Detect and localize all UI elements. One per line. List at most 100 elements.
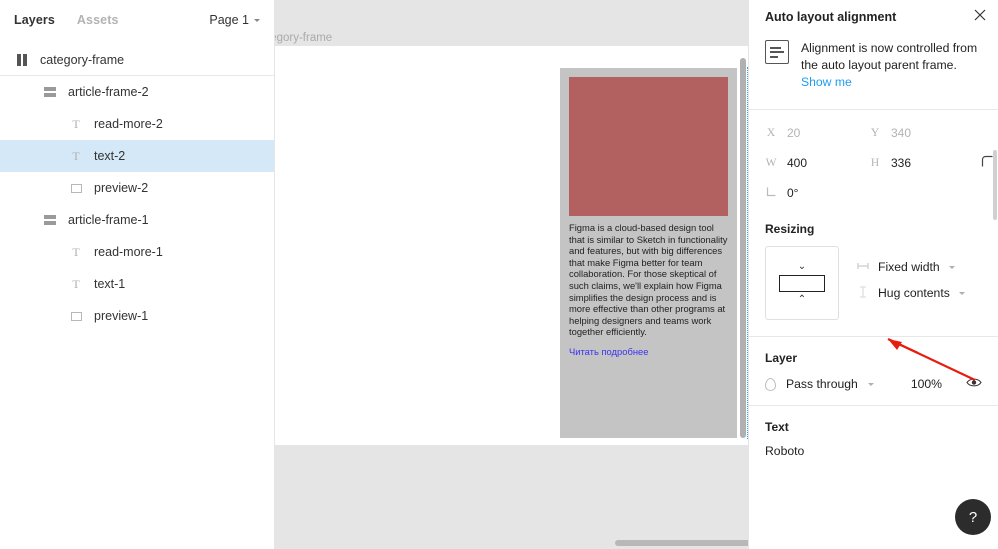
width-field[interactable]: W 400 — [765, 156, 869, 170]
design-canvas[interactable]: tegory-frame Figma is a cloud-based desi… — [275, 0, 748, 549]
auto-layout-notice: Alignment is now controlled from the aut… — [749, 34, 998, 109]
layer-row-text-2[interactable]: T text-2 — [0, 140, 274, 172]
vertical-resizing-label: Hug contents — [878, 286, 950, 300]
figma-app-window: Layers Assets Page 1 category-frame arti… — [0, 0, 998, 549]
layer-tree: category-frame article-frame-2 T read-mo… — [0, 40, 274, 332]
layer-section-title: Layer — [765, 351, 798, 365]
text-layer-icon: T — [72, 277, 80, 291]
w-label: W — [765, 157, 777, 169]
help-button-label: ? — [968, 508, 978, 526]
rotation-row: 0° — [749, 178, 998, 208]
eye-icon[interactable] — [966, 377, 982, 391]
vertical-resize-icon — [857, 285, 869, 301]
page-selector[interactable]: Page 1 — [209, 13, 260, 27]
chevron-down-icon: ⌄ — [797, 260, 807, 272]
properties-panel: Auto layout alignment Alignment is now c… — [748, 0, 998, 549]
properties-panel-header: Auto layout alignment — [749, 0, 998, 34]
layer-row-article-frame-1[interactable]: article-frame-1 — [0, 204, 274, 236]
page-selector-label: Page 1 — [209, 13, 249, 27]
notice-message: Alignment is now controlled from the aut… — [801, 41, 978, 72]
horizontal-resizing-label: Fixed width — [878, 260, 940, 274]
horizontal-resize-icon — [857, 261, 869, 273]
horizontal-resizing-dropdown[interactable]: Fixed width — [857, 254, 965, 280]
text-layer-icon: T — [72, 245, 80, 259]
auto-layout-horizontal-icon — [42, 84, 58, 100]
layer-row-preview-1[interactable]: preview-1 — [0, 300, 274, 332]
text-align-icon — [765, 40, 789, 64]
x-label: X — [766, 127, 776, 139]
h-value[interactable]: 336 — [891, 156, 911, 170]
canvas-article-card-1[interactable]: Figma is a cloud-based design tool that … — [560, 68, 737, 438]
layer-row-article-frame-2[interactable]: article-frame-2 — [0, 76, 274, 108]
layer-label: category-frame — [40, 52, 125, 67]
chevron-down-icon — [958, 291, 965, 295]
resizing-preview-widget[interactable]: ⌄ ⌃ — [765, 246, 839, 320]
layer-row-read-more-1[interactable]: T read-more-1 — [0, 236, 274, 268]
canvas-horizontal-scrollbar[interactable] — [615, 540, 748, 546]
layer-row-read-more-2[interactable]: T read-more-2 — [0, 108, 274, 140]
canvas-card-text-1[interactable]: Figma is a cloud-based design tool that … — [569, 222, 728, 338]
divider — [749, 109, 998, 110]
blend-mode-value[interactable]: Pass through — [786, 377, 858, 391]
height-field[interactable]: H 336 — [869, 156, 973, 170]
layer-label: text-1 — [94, 277, 126, 291]
canvas-preview-1[interactable] — [569, 77, 728, 216]
properties-panel-scrollbar[interactable] — [993, 150, 997, 220]
position-row: X 20 Y 340 — [749, 118, 998, 148]
x-value[interactable]: 20 — [787, 126, 800, 140]
chevron-down-icon — [948, 265, 955, 269]
canvas-read-more-link-1[interactable]: Читать подробнее — [569, 346, 728, 357]
y-field[interactable]: Y 340 — [869, 126, 973, 140]
canvas-category-frame[interactable]: Figma is a cloud-based design tool that … — [275, 46, 748, 445]
layer-row-text-1[interactable]: T text-1 — [0, 268, 274, 300]
layer-row-category-frame[interactable]: category-frame — [0, 44, 274, 76]
rotation-value[interactable]: 0° — [787, 186, 798, 200]
y-value[interactable]: 340 — [891, 126, 911, 140]
x-field[interactable]: X 20 — [765, 126, 869, 140]
layer-label: preview-2 — [94, 181, 149, 195]
layer-label: article-frame-1 — [68, 213, 149, 227]
opacity-value[interactable]: 100% — [911, 377, 942, 391]
text-layer-icon: T — [72, 149, 80, 163]
rotation-field[interactable]: 0° — [765, 186, 869, 200]
resize-inner-rect — [779, 274, 825, 292]
layers-panel: Layers Assets Page 1 category-frame arti… — [0, 0, 275, 549]
panel-title: Auto layout alignment — [765, 10, 897, 24]
vertical-resizing-dropdown[interactable]: Hug contents — [857, 280, 965, 306]
layer-label: article-frame-2 — [68, 85, 149, 99]
resizing-section-title: Resizing — [765, 222, 815, 236]
layer-label: text-2 — [94, 149, 126, 163]
close-icon[interactable] — [972, 8, 988, 24]
layer-row-preview-2[interactable]: preview-2 — [0, 172, 274, 204]
help-icon[interactable]: ? — [955, 499, 991, 535]
tab-assets[interactable]: Assets — [77, 13, 119, 27]
rotation-icon — [765, 186, 777, 200]
layer-label: read-more-1 — [94, 245, 163, 259]
text-section-title: Text — [765, 420, 789, 434]
w-value[interactable]: 400 — [787, 156, 807, 170]
blend-mode-icon — [765, 377, 776, 391]
layer-label: preview-1 — [94, 309, 149, 323]
chevron-down-icon — [867, 382, 874, 386]
y-label: Y — [870, 127, 880, 139]
notice-text: Alignment is now controlled from the aut… — [801, 40, 982, 91]
show-me-link[interactable]: Show me — [801, 75, 852, 89]
panel-tab-bar: Layers Assets Page 1 — [0, 0, 274, 40]
resizing-options: Fixed width Hug contents — [857, 246, 965, 306]
auto-layout-vertical-icon — [14, 52, 30, 68]
canvas-frame-label[interactable]: tegory-frame — [275, 32, 332, 44]
font-family-value[interactable]: Roboto — [749, 442, 998, 458]
resizing-section: ⌄ ⌃ Fixed width Hug contents — [749, 244, 998, 336]
layer-section: Pass through 100% — [749, 373, 998, 405]
size-row: W 400 H 336 — [749, 148, 998, 178]
rectangle-layer-icon — [68, 180, 84, 196]
text-layer-icon: T — [72, 117, 80, 131]
h-label: H — [870, 157, 880, 169]
layer-label: read-more-2 — [94, 117, 163, 131]
canvas-vertical-scrollbar[interactable] — [740, 58, 746, 438]
chevron-down-icon — [254, 18, 260, 22]
auto-layout-horizontal-icon — [42, 212, 58, 228]
tab-layers[interactable]: Layers — [14, 13, 55, 27]
chevron-up-icon: ⌃ — [797, 293, 807, 305]
rectangle-layer-icon — [68, 308, 84, 324]
